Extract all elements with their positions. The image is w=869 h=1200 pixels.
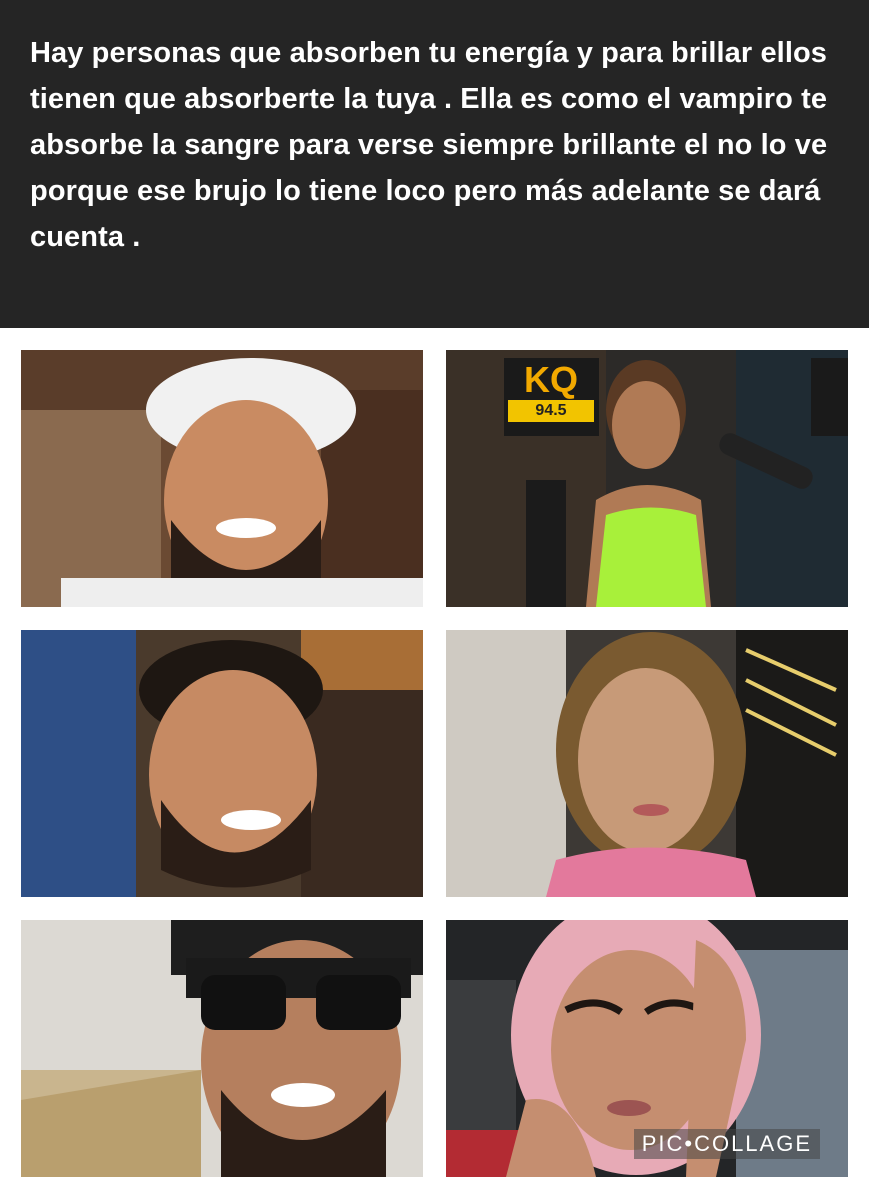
post-caption-text: Hay personas que absorben tu energía y p… (30, 37, 828, 253)
photo-man-short-hair-image (21, 630, 423, 897)
photo-woman-radio-studio[interactable]: KQ 94.5 (446, 350, 848, 607)
piccollage-watermark: PIC•COLLAGE (633, 1129, 820, 1159)
photo-man-white-cap[interactable] (21, 350, 423, 607)
radio-sign-logo: KQ (524, 359, 578, 400)
photo-woman-radio-studio-image (446, 350, 848, 607)
photo-woman-blonde-selfie[interactable] (446, 630, 848, 897)
radio-sign: KQ 94.5 (508, 360, 594, 422)
photo-collage: KQ 94.5 PIC•COLLAGE (0, 328, 869, 1200)
photo-woman-pink-hair[interactable]: PIC•COLLAGE (446, 920, 848, 1177)
photo-man-sunglasses-image (21, 920, 423, 1177)
radio-sign-frequency: 94.5 (508, 400, 594, 422)
photo-man-white-cap-image (21, 350, 423, 607)
photo-woman-blonde-selfie-image (446, 630, 848, 897)
post-caption-box: Hay personas que absorben tu energía y p… (0, 0, 869, 328)
photo-man-sunglasses[interactable] (21, 920, 423, 1177)
photo-man-short-hair[interactable] (21, 630, 423, 897)
